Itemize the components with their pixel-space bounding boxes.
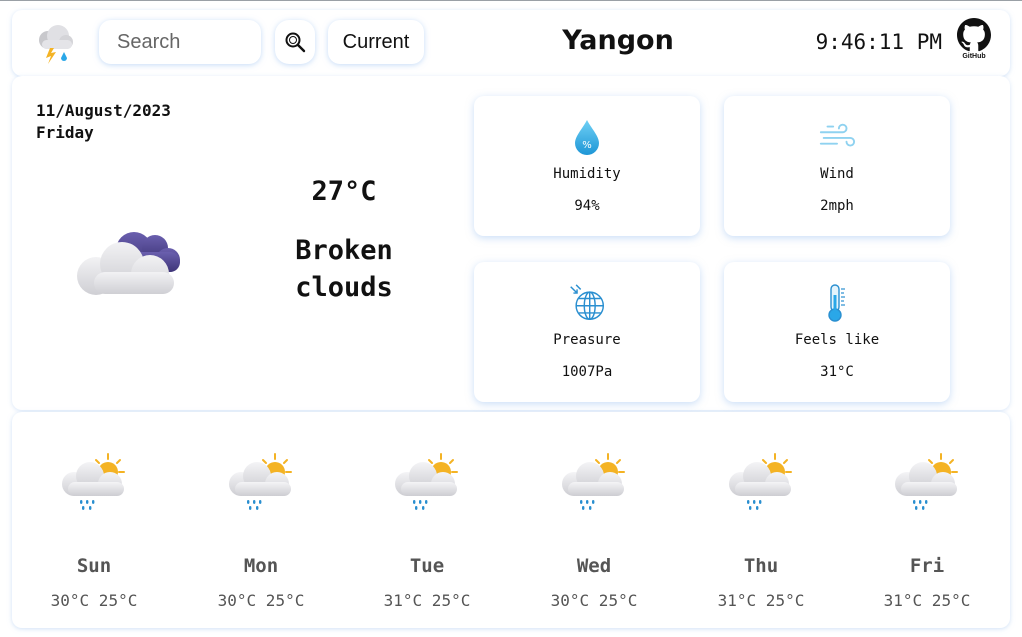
forecast-day-mon: Mon 30°C 25°C [191,412,331,628]
forecast-day-name: Wed [576,555,612,577]
svg-text:%: % [582,140,592,151]
humidity-card: % Humidity 94% [474,96,700,236]
forecast-day-wed: Wed 30°C 25°C [524,412,664,628]
sun-cloud-rain-icon [893,452,963,512]
storm-cloud-logo-icon [32,20,78,66]
sun-cloud-rain-icon [560,452,630,512]
wind-card: Wind 2mph [724,96,950,236]
search-button[interactable] [275,20,315,64]
search-icon [285,32,306,53]
github-label: GitHub [962,53,986,60]
wind-icon [818,118,856,156]
forecast-day-temps: 31°C 25°C [383,591,471,610]
forecast-day-name: Sun [76,555,112,577]
humidity-drop-icon: % [568,118,606,156]
city-name: Yangon [562,25,674,56]
humidity-value: 94% [574,198,600,214]
forecast-day-name: Mon [243,555,279,577]
pressure-label: Preasure [553,332,621,348]
forecast-day-temps: 31°C 25°C [883,591,971,610]
weather-description: Broken clouds [244,232,444,306]
current-date: 11/August/2023 [36,101,171,120]
feels-like-value: 31°C [820,364,854,380]
wind-label: Wind [820,166,854,182]
feels-like-label: Feels like [794,332,880,348]
sun-cloud-rain-icon [727,452,797,512]
forecast-day-sun: Sun 30°C 25°C [24,412,164,628]
wind-value: 2mph [820,198,854,214]
current-weekday: Friday [36,123,94,142]
current-location-button[interactable]: Current [328,20,424,64]
search-input[interactable] [117,30,247,54]
current-weather-panel: 11/August/2023 Friday 27°C Broken clouds… [12,76,1010,410]
forecast-day-name: Tue [409,555,445,577]
forecast-day-temps: 30°C 25°C [550,591,638,610]
forecast-day-temps: 30°C 25°C [50,591,138,610]
pressure-globe-icon [568,284,606,322]
current-time: 9:46:11 PM [815,30,942,54]
forecast-day-name: Thu [743,555,779,577]
date-block: 11/August/2023 Friday [36,100,171,144]
forecast-day-temps: 30°C 25°C [217,591,305,610]
feels-like-card: Feels like 31°C [724,262,950,402]
humidity-label: Humidity [553,166,621,182]
header-bar: Current Yangon 9:46:11 PM GitHub [12,10,1010,76]
weather-description-line2: clouds [295,272,393,303]
forecast-day-tue: Tue 31°C 25°C [357,412,497,628]
forecast-day-fri: Fri 31°C 25°C [857,412,997,628]
thermometer-icon [818,284,856,322]
sun-cloud-rain-icon [60,452,130,512]
github-link[interactable]: GitHub [956,18,992,70]
forecast-panel: Sun 30°C 25°C Mon 30°C 25°C Tue 31°C 25°C Wed 3… [12,412,1010,628]
github-icon [957,18,991,52]
pressure-card: Preasure 1007Pa [474,262,700,402]
forecast-day-temps: 31°C 25°C [717,591,805,610]
broken-clouds-icon [72,226,187,306]
sun-cloud-rain-icon [227,452,297,512]
sun-cloud-rain-icon [393,452,463,512]
search-field[interactable] [99,20,261,64]
window-top-border [0,0,1022,1]
pressure-value: 1007Pa [561,364,613,380]
current-temperature: 27°C [311,176,377,207]
weather-description-line1: Broken [295,235,393,266]
forecast-day-name: Fri [909,555,945,577]
forecast-day-thu: Thu 31°C 25°C [691,412,831,628]
